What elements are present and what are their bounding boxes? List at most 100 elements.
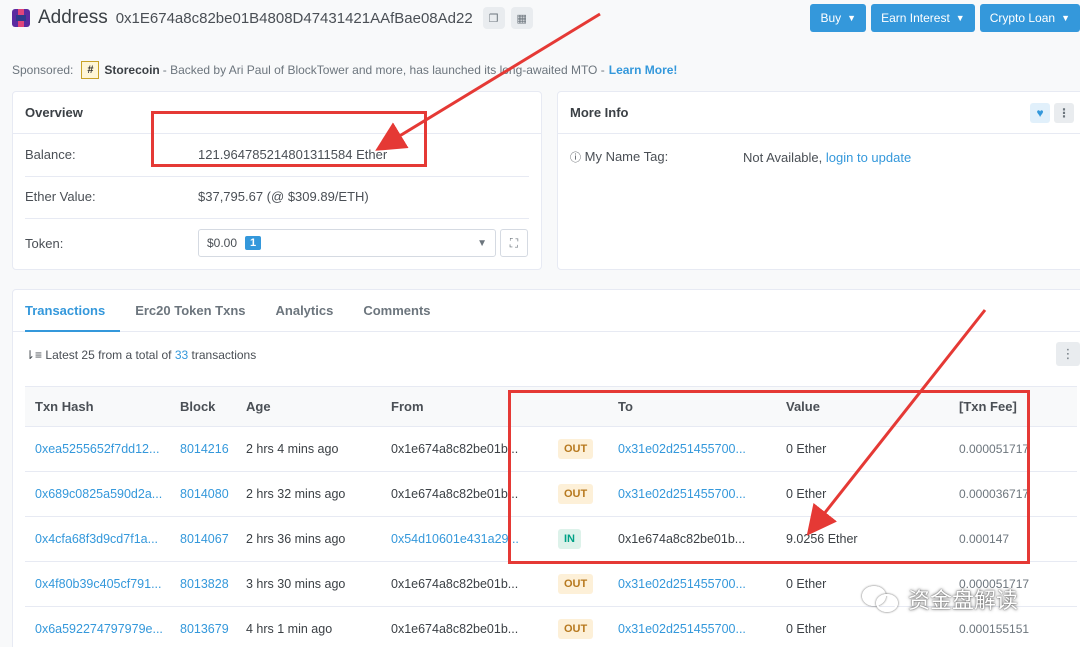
- summary-prefix: Latest 25 from a total of: [45, 348, 172, 362]
- sort-icon: ⇂≡: [25, 348, 43, 362]
- balance-row: Balance: 121.964785214801311584 Ether: [25, 147, 529, 162]
- earn-interest-label: Earn Interest: [881, 11, 950, 25]
- balance-label: Balance:: [25, 147, 76, 162]
- direction-cell: OUT: [548, 606, 608, 647]
- question-icon: ⓘ: [570, 152, 581, 164]
- direction-badge: OUT: [558, 484, 594, 504]
- table-row: 0xea5255652f7dd12... 8014216 2 hrs 4 min…: [25, 426, 1077, 472]
- ether-value-label: Ether Value:: [25, 189, 96, 204]
- block-link[interactable]: 8014067: [170, 516, 236, 562]
- overview-card: Overview Balance: 121.964785214801311584…: [12, 91, 542, 270]
- block-link[interactable]: 8014080: [170, 471, 236, 517]
- block-link[interactable]: 8013679: [170, 606, 236, 647]
- top-action-buttons: Buy ▼ Earn Interest ▼ Crypto Loan ▼: [805, 4, 1080, 32]
- txn-hash-link[interactable]: 0xea5255652f7dd12...: [25, 426, 170, 472]
- more-info-header: More Info ♥ ⋮: [558, 92, 1080, 134]
- token-dropdown[interactable]: $0.00 1 ▼: [198, 229, 496, 257]
- wechat-icon: [862, 584, 900, 614]
- chevron-down-icon: ▼: [955, 13, 965, 23]
- txn-from: 0x1e674a8c82be01b...: [381, 561, 548, 607]
- txn-age: 3 hrs 30 mins ago: [236, 561, 381, 607]
- col-txn-hash: Txn Hash: [25, 386, 170, 427]
- address-avatar-icon: [12, 9, 30, 27]
- txn-from: 0x1e674a8c82be01b...: [381, 471, 548, 517]
- tab-transactions[interactable]: Transactions: [25, 290, 121, 332]
- address-hash: 0x1E674a8c82be01B4808D47431421AAfBae08Ad…: [115, 9, 473, 27]
- sponsored-brand[interactable]: Storecoin: [104, 63, 159, 77]
- txn-fee: 0.000036717: [949, 471, 1077, 517]
- transaction-count-link[interactable]: 33: [175, 348, 188, 362]
- transactions-summary: ⇂≡ Latest 25 from a total of 33 transact…: [25, 348, 256, 362]
- copy-icon[interactable]: ❐: [482, 7, 505, 29]
- sponsored-banner: Sponsored: # Storecoin - Backed by Ari P…: [12, 61, 677, 79]
- summary-suffix: transactions: [191, 348, 257, 362]
- sponsored-prefix: Sponsored:: [12, 63, 74, 77]
- txn-fee: 0.000051717: [949, 426, 1077, 472]
- wechat-watermark: 资金盘解读: [862, 583, 1018, 615]
- qr-code-icon[interactable]: ▦: [510, 7, 533, 29]
- login-to-update-link[interactable]: login to update: [826, 150, 911, 165]
- table-row: 0x4cfa68f3d9cd7f1a... 8014067 2 hrs 36 m…: [25, 516, 1077, 562]
- watermark-text: 资金盘解读: [908, 588, 1019, 613]
- txn-hash-link[interactable]: 0x6a592274797979e...: [25, 606, 170, 647]
- ether-value-row: Ether Value: $37,795.67 (@ $309.89/ETH): [25, 189, 529, 204]
- chevron-down-icon: ▼: [477, 237, 487, 249]
- overview-title: Overview: [13, 92, 541, 134]
- name-tag-label-wrap: ⓘ My Name Tag:: [570, 149, 743, 165]
- direction-badge: OUT: [558, 439, 594, 459]
- sponsored-text: - Backed by Ari Paul of BlockTower and m…: [162, 63, 605, 77]
- table-options-icon[interactable]: ⋮: [1056, 342, 1080, 366]
- direction-badge: IN: [558, 529, 581, 549]
- crypto-loan-label: Crypto Loan: [989, 11, 1056, 25]
- buy-button-label: Buy: [820, 11, 842, 25]
- txn-to-link[interactable]: 0x31e02d251455700...: [608, 561, 776, 607]
- txn-age: 2 hrs 36 mins ago: [236, 516, 381, 562]
- block-link[interactable]: 8014216: [170, 426, 236, 472]
- chevron-down-icon: ▼: [1061, 13, 1070, 23]
- heart-icon[interactable]: ♥: [1030, 102, 1050, 123]
- expand-icon[interactable]: ⛶: [500, 229, 528, 257]
- ether-value: $37,795.67 (@ $309.89/ETH): [198, 189, 369, 204]
- txn-to-link[interactable]: 0x31e02d251455700...: [608, 426, 776, 472]
- table-row: 0x689c0825a590d2a... 8014080 2 hrs 32 mi…: [25, 471, 1077, 517]
- txn-hash-link[interactable]: 0x689c0825a590d2a...: [25, 471, 170, 517]
- address-header: Address 0x1E674a8c82be01B4808D47431421AA…: [12, 4, 539, 32]
- learn-more-link[interactable]: Learn More!: [609, 63, 678, 77]
- direction-cell: IN: [548, 516, 608, 562]
- buy-button[interactable]: Buy ▼: [810, 4, 867, 32]
- col-to: To: [608, 386, 776, 427]
- txn-value: 0 Ether: [776, 471, 949, 517]
- more-options-icon[interactable]: ⋮: [1054, 102, 1074, 123]
- tab-analytics[interactable]: Analytics: [276, 290, 349, 331]
- crypto-loan-button[interactable]: Crypto Loan ▼: [979, 4, 1080, 32]
- tab-bar: Transactions Erc20 Token Txns Analytics …: [13, 290, 1080, 332]
- col-age: Age: [236, 386, 381, 427]
- token-label: Token:: [25, 235, 64, 251]
- col-value: Value: [776, 386, 949, 427]
- txn-hash-link[interactable]: 0x4cfa68f3d9cd7f1a...: [25, 516, 170, 562]
- token-row: Token: $0.00 1 ▼ ⛶: [25, 229, 529, 257]
- tab-comments[interactable]: Comments: [363, 290, 445, 331]
- txn-to-link[interactable]: 0x31e02d251455700...: [608, 606, 776, 647]
- col-txn-fee[interactable]: [Txn Fee]: [949, 386, 1077, 427]
- earn-interest-button[interactable]: Earn Interest ▼: [871, 4, 975, 32]
- name-tag-label: My Name Tag:: [584, 149, 669, 164]
- txn-fee: 0.000147: [949, 516, 1077, 562]
- txn-hash-link[interactable]: 0x4f80b39c405cf791...: [25, 561, 170, 607]
- more-info-title: More Info: [570, 105, 629, 120]
- txn-value: 0 Ether: [776, 426, 949, 472]
- txn-from-link[interactable]: 0x54d10601e431a29...: [381, 516, 548, 562]
- name-tag-row: ⓘ My Name Tag: Not Available, login to u…: [570, 149, 1074, 165]
- txn-age: 2 hrs 4 mins ago: [236, 426, 381, 472]
- page-title: Address: [38, 7, 108, 28]
- storecoin-logo-icon: #: [81, 61, 100, 79]
- direction-cell: OUT: [548, 471, 608, 517]
- token-value: $0.00: [207, 236, 238, 250]
- txn-to-link[interactable]: 0x31e02d251455700...: [608, 471, 776, 517]
- txn-from: 0x1e674a8c82be01b...: [381, 606, 548, 647]
- block-link[interactable]: 8013828: [170, 561, 236, 607]
- tab-erc20-token-txns[interactable]: Erc20 Token Txns: [135, 290, 260, 331]
- name-tag-value: Not Available,: [743, 149, 823, 165]
- more-info-card: More Info ♥ ⋮ ⓘ My Name Tag: Not Availab…: [557, 91, 1080, 270]
- chevron-down-icon: ▼: [847, 13, 857, 23]
